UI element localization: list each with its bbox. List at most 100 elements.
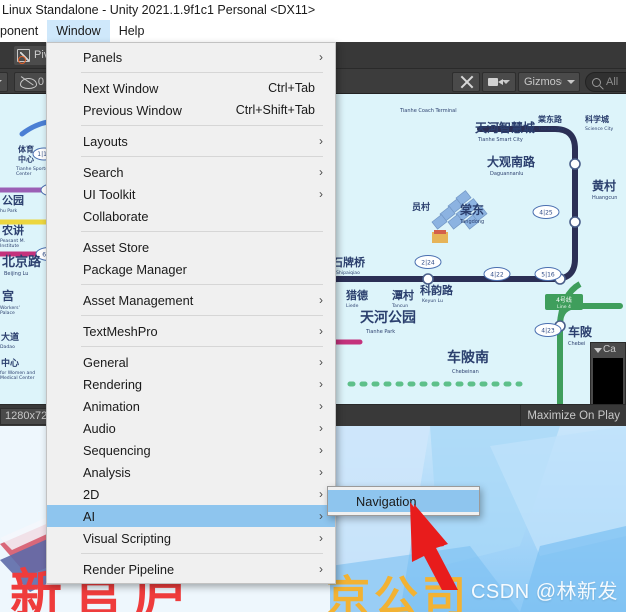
- menu-item-ai[interactable]: AI ›: [47, 505, 335, 527]
- menu-item-label: Render Pipeline: [83, 561, 175, 577]
- svg-text:车陂南: 车陂南: [447, 349, 489, 366]
- menu-item-shortcut: Ctrl+Shift+Tab: [235, 103, 315, 117]
- menu-item-asset-management[interactable]: Asset Management ›: [47, 289, 335, 311]
- menu-item-previous-window[interactable]: Previous Window Ctrl+Shift+Tab: [47, 99, 335, 121]
- menu-item-label: Animation: [83, 398, 140, 414]
- svg-text:宫: 宫: [2, 288, 14, 303]
- menu-item-collaborate[interactable]: Collaborate: [47, 205, 335, 227]
- search-icon: [592, 77, 601, 87]
- menu-item-label: Previous Window: [83, 102, 182, 118]
- svg-text:Tianhe Park: Tianhe Park: [365, 329, 395, 335]
- svg-text:4|23: 4|23: [541, 328, 555, 335]
- menu-item-layouts[interactable]: Layouts ›: [47, 130, 335, 152]
- csdn-watermark: CSDN @林新发: [470, 581, 618, 603]
- gizmos-label: Gizmos: [524, 76, 562, 88]
- hidden-objects-toggle[interactable]: 0: [14, 72, 50, 92]
- menu-separator: [81, 231, 323, 232]
- svg-text:车陂: 车陂: [568, 324, 592, 339]
- menu-item-visual-scripting[interactable]: Visual Scripting ›: [47, 527, 335, 549]
- menu-item-label: Audio: [83, 420, 116, 436]
- menu-item-textmeshpro[interactable]: TextMeshPro ›: [47, 320, 335, 342]
- svg-text:天河智慧城: 天河智慧城: [475, 120, 535, 135]
- menu-item-2d[interactable]: 2D ›: [47, 483, 335, 505]
- display-dropdown[interactable]: [0, 72, 8, 92]
- chevron-right-icon: ›: [319, 324, 323, 338]
- menu-item-package-manager[interactable]: Package Manager: [47, 258, 335, 280]
- svg-text:Tangdong: Tangdong: [459, 219, 484, 225]
- menu-item-label: Search: [83, 164, 124, 180]
- gizmos-dropdown[interactable]: Gizmos: [518, 72, 580, 92]
- menubar-item-component[interactable]: ponent: [0, 20, 47, 42]
- svg-text:潭村: 潭村: [392, 288, 414, 302]
- menu-item-panels[interactable]: Panels ›: [47, 46, 335, 68]
- search-input[interactable]: All: [585, 72, 626, 92]
- chevron-right-icon: ›: [319, 443, 323, 457]
- menu-item-label: TextMeshPro: [83, 323, 158, 339]
- chevron-right-icon: ›: [319, 465, 323, 479]
- menu-item-render-pipeline[interactable]: Render Pipeline ›: [47, 558, 335, 580]
- camera-icon: [488, 77, 503, 87]
- tools-button[interactable]: [452, 72, 480, 92]
- menu-item-next-window[interactable]: Next Window Ctrl+Tab: [47, 77, 335, 99]
- chevron-right-icon: ›: [319, 134, 323, 148]
- chevron-right-icon: ›: [319, 487, 323, 501]
- svg-text:4号线: 4号线: [556, 296, 572, 304]
- chevron-right-icon: ›: [319, 187, 323, 201]
- chevron-right-icon: ›: [319, 421, 323, 435]
- svg-text:Tianhe Coach Terminal: Tianhe Coach Terminal: [399, 108, 457, 114]
- svg-text:科学城: 科学城: [585, 114, 609, 124]
- menu-item-label: Panels: [83, 49, 123, 65]
- menubar-item-window[interactable]: Window: [47, 20, 110, 42]
- svg-text:公: 公: [374, 572, 418, 612]
- menu-item-rendering[interactable]: Rendering ›: [47, 373, 335, 395]
- chevron-right-icon: ›: [319, 377, 323, 391]
- menu-separator: [81, 346, 323, 347]
- svg-text:农讲: 农讲: [1, 223, 24, 237]
- eye-off-icon: [20, 77, 37, 89]
- camera-gizmo-dropdown[interactable]: [482, 72, 516, 92]
- wrench-icon: [459, 75, 474, 90]
- menubar-item-help[interactable]: Help: [110, 20, 154, 42]
- menu-item-label: Rendering: [83, 376, 143, 392]
- submenu-item-navigation[interactable]: Navigation: [328, 490, 479, 512]
- chevron-right-icon: ›: [319, 509, 323, 523]
- menu-item-general[interactable]: General ›: [47, 351, 335, 373]
- menu-item-label: Package Manager: [83, 261, 187, 277]
- svg-text:公园: 公园: [2, 194, 24, 207]
- svg-text:Chebeinan: Chebeinan: [452, 369, 479, 375]
- pivot-icon: [17, 49, 30, 64]
- menu-separator: [81, 156, 323, 157]
- svg-text:员村: 员村: [412, 201, 430, 213]
- svg-text:棠东路: 棠东路: [537, 114, 563, 124]
- svg-text:Science City: Science City: [585, 126, 614, 132]
- menu-item-asset-store[interactable]: Asset Store: [47, 236, 335, 258]
- resolution-dropdown[interactable]: 1280x72: [0, 408, 53, 425]
- svg-text:5|16: 5|16: [541, 272, 555, 279]
- window-menu: Panels › Next Window Ctrl+Tab Previous Windo…: [46, 42, 336, 584]
- menu-separator: [81, 72, 323, 73]
- chevron-right-icon: ›: [319, 399, 323, 413]
- menu-item-audio[interactable]: Audio ›: [47, 417, 335, 439]
- menu-separator: [81, 315, 323, 316]
- menu-item-analysis[interactable]: Analysis ›: [47, 461, 335, 483]
- svg-text:Shipaiqiao: Shipaiqiao: [336, 270, 360, 276]
- menu-item-ui-toolkit[interactable]: UI Toolkit ›: [47, 183, 335, 205]
- svg-text:科韵路: 科韵路: [420, 283, 454, 297]
- hidden-count: 0: [37, 76, 44, 88]
- menu-item-label: UI Toolkit: [83, 186, 136, 202]
- chevron-right-icon: ›: [319, 165, 323, 179]
- camera-preview-panel[interactable]: Ca: [590, 342, 626, 404]
- menu-item-label: Sequencing: [83, 442, 151, 458]
- camera-preview-title: Ca: [591, 343, 625, 357]
- maximize-on-play-toggle[interactable]: Maximize On Play: [520, 405, 626, 427]
- menu-item-label: 2D: [83, 486, 100, 502]
- menu-item-sequencing[interactable]: Sequencing ›: [47, 439, 335, 461]
- svg-text:Palace: Palace: [0, 310, 15, 316]
- chevron-right-icon: ›: [319, 293, 323, 307]
- svg-text:中心: 中心: [1, 357, 19, 369]
- menu-item-label: Layouts: [83, 133, 128, 149]
- menu-item-animation[interactable]: Animation ›: [47, 395, 335, 417]
- svg-text:Tianhe Smart City: Tianhe Smart City: [477, 137, 523, 143]
- menu-item-search[interactable]: Search ›: [47, 161, 335, 183]
- chevron-down-icon: [0, 80, 2, 84]
